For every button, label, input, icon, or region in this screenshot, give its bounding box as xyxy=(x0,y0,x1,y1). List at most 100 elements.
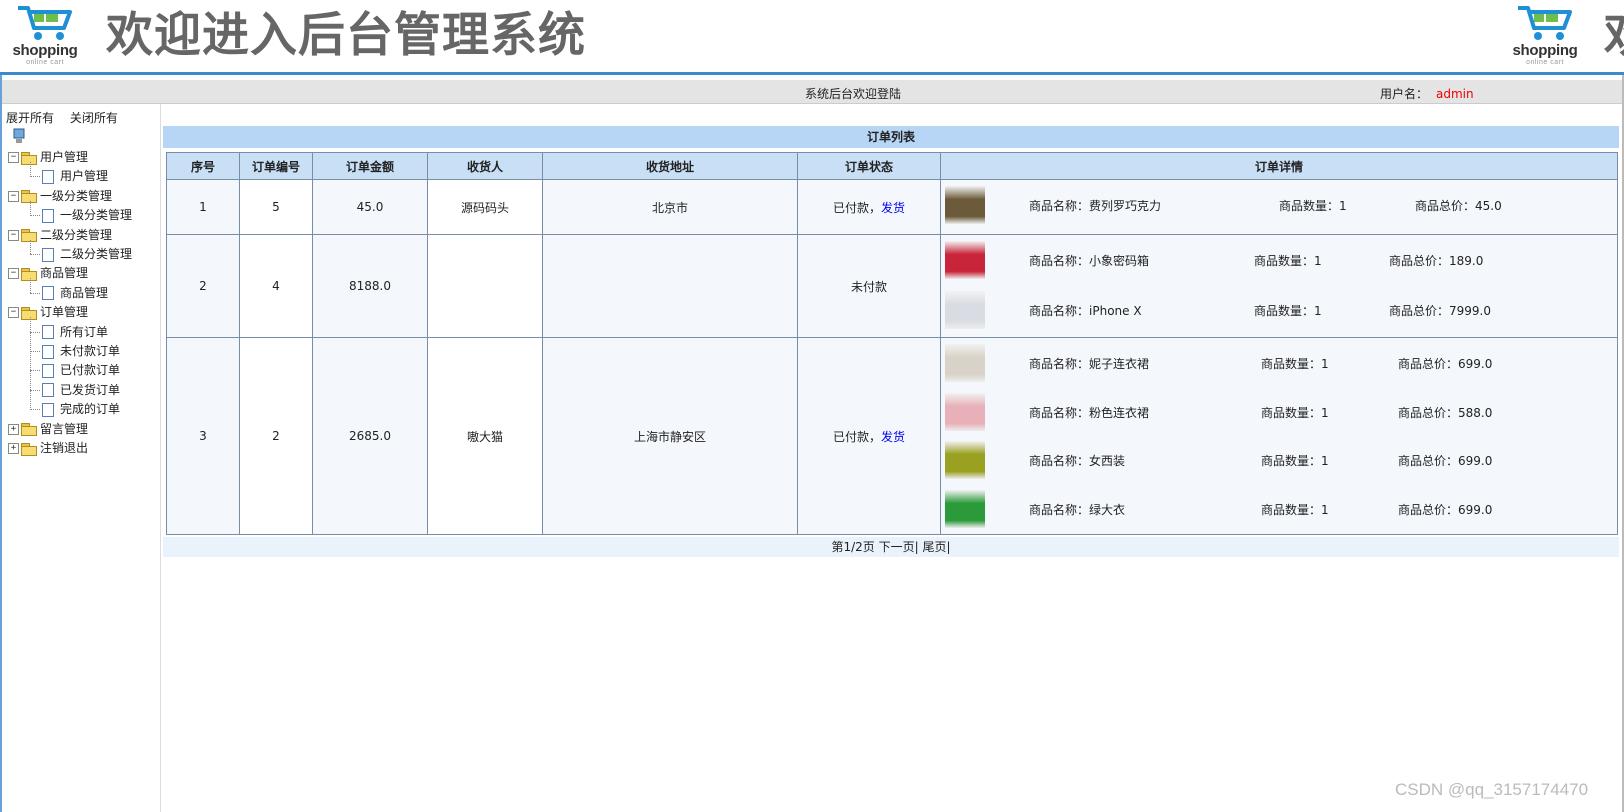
tree-leaf[interactable]: 已付款订单 xyxy=(42,361,120,379)
product-name-value: 女西装 xyxy=(1089,454,1126,468)
tree-group[interactable]: − 用户管理 xyxy=(8,148,88,166)
address-cell: 上海市静安区 xyxy=(542,337,798,535)
order-amount-cell: 8188.0 xyxy=(312,234,428,338)
tree-leaf[interactable]: 所有订单 xyxy=(42,323,108,341)
product-qty: 商品数量：1 xyxy=(1254,302,1322,319)
ship-link[interactable]: 发货 xyxy=(881,201,905,215)
product-qty-value: 1 xyxy=(1321,502,1329,517)
expand-icon[interactable]: + xyxy=(8,443,19,454)
table-title: 订单列表 xyxy=(163,126,1619,148)
product-thumbnail[interactable] xyxy=(945,392,985,431)
product-qty: 商品数量：1 xyxy=(1254,252,1322,269)
tree-leaf[interactable]: 已发货订单 xyxy=(42,381,120,399)
collapse-icon[interactable]: − xyxy=(8,307,19,319)
table-row: 3 2 2685.0 嗷大猫 上海市静安区 已付款，发货 商品名称：妮子连衣裙 商品数量：1 商… xyxy=(166,337,1618,535)
tree-leaf-label[interactable]: 未付款订单 xyxy=(60,344,120,358)
tree-group-label[interactable]: 商品管理 xyxy=(40,266,88,280)
order-details-cell: 商品名称：小象密码箱 商品数量：1 商品总价：189.0 商品名称：iPhone X商… xyxy=(940,234,1618,338)
status-cell: 已付款，发货 xyxy=(797,337,941,535)
tree-leaf-label[interactable]: 商品管理 xyxy=(60,286,108,300)
col-amount: 订单金额 xyxy=(312,152,428,180)
product-thumbnail[interactable] xyxy=(945,441,985,479)
product-qty: 商品数量：1 xyxy=(1261,452,1329,469)
product-total: 商品总价：7999.0 xyxy=(1389,302,1491,319)
page-icon xyxy=(42,286,54,301)
product-name-label: 商品名称： xyxy=(1029,199,1090,213)
product-thumbnail[interactable] xyxy=(945,489,985,528)
expand-all-link[interactable]: 展开所有 xyxy=(6,111,54,125)
tree-connector xyxy=(30,176,40,178)
collapse-icon[interactable]: − xyxy=(8,190,19,202)
collapse-icon[interactable]: − xyxy=(8,229,19,241)
tree-leaf-label[interactable]: 所有订单 xyxy=(60,325,108,339)
tree-group[interactable]: − 订单管理 xyxy=(8,303,88,321)
tree-connector xyxy=(30,331,40,333)
tree-group[interactable]: + 注销退出 xyxy=(8,439,88,457)
tree-leaf[interactable]: 用户管理 xyxy=(42,167,108,185)
product-total: 商品总价：699.0 xyxy=(1398,355,1492,372)
tree-group[interactable]: − 商品管理 xyxy=(8,264,88,282)
product-total-label: 商品总价： xyxy=(1398,454,1459,468)
header: shopping online cart 欢迎进入后台管理系统 shopping… xyxy=(0,0,1624,72)
cart-icon xyxy=(1518,6,1572,40)
product-thumbnail[interactable] xyxy=(945,291,985,329)
tree-leaf-label[interactable]: 已付款订单 xyxy=(60,363,120,377)
order-item: 商品名称：女西装 商品数量：1 商品总价：699.0 xyxy=(941,435,1617,484)
tree-leaf-label[interactable]: 已发货订单 xyxy=(60,383,120,397)
page-info: 第1/2页 xyxy=(831,540,875,554)
logo-word: shopping xyxy=(1512,42,1578,59)
tree-group-label[interactable]: 留言管理 xyxy=(40,422,88,436)
tree-group[interactable]: + 留言管理 xyxy=(8,420,88,438)
tree-group-label[interactable]: 订单管理 xyxy=(40,305,88,319)
status-cell: 已付款，发货 xyxy=(797,179,941,235)
tree-connector xyxy=(30,239,31,255)
tree-connector xyxy=(30,409,40,411)
next-page-link[interactable]: 下一页| xyxy=(879,540,919,554)
tree-leaf[interactable]: 一级分类管理 xyxy=(42,206,132,224)
product-thumbnail[interactable] xyxy=(945,344,985,382)
tree-group[interactable]: − 二级分类管理 xyxy=(8,226,112,244)
page-icon xyxy=(42,402,54,417)
tree-leaf-label[interactable]: 用户管理 xyxy=(60,169,108,183)
product-total-value: 588.0 xyxy=(1458,405,1493,420)
product-name-label: 商品名称： xyxy=(1029,454,1090,468)
product-name-label: 商品名称： xyxy=(1029,502,1090,517)
tree-leaf[interactable]: 二级分类管理 xyxy=(42,245,132,263)
collapse-icon[interactable]: − xyxy=(8,268,19,280)
product-total-label: 商品总价： xyxy=(1398,502,1459,517)
product-total-label: 商品总价： xyxy=(1398,405,1459,420)
product-qty-label: 商品数量： xyxy=(1261,502,1322,517)
tree-leaf[interactable]: 未付款订单 xyxy=(42,342,120,360)
pagination: 第1/2页 下一页| 尾页| xyxy=(163,537,1619,557)
tree-leaf[interactable]: 商品管理 xyxy=(42,284,108,302)
folder-icon xyxy=(21,229,37,243)
tree-leaf[interactable]: 完成的订单 xyxy=(42,400,120,418)
product-thumbnail[interactable] xyxy=(945,241,985,279)
tree-leaf-label[interactable]: 一级分类管理 xyxy=(60,208,132,222)
tree-group-label[interactable]: 注销退出 xyxy=(40,441,88,455)
product-thumbnail[interactable] xyxy=(945,186,985,224)
folder-icon xyxy=(21,151,37,165)
order-item: 商品名称：粉色连衣裙 商品数量：1 商品总价：588.0 xyxy=(941,387,1617,436)
expand-icon[interactable]: + xyxy=(8,423,19,435)
tree-group-label[interactable]: 一级分类管理 xyxy=(40,189,112,203)
page-icon xyxy=(42,169,54,184)
tree-leaf-label[interactable]: 完成的订单 xyxy=(60,402,120,416)
product-name: 商品名称：妮子连衣裙 xyxy=(1029,355,1149,372)
col-index: 序号 xyxy=(166,152,240,180)
collapse-all-link[interactable]: 关闭所有 xyxy=(70,111,118,125)
user-info: 用户名： admin xyxy=(1380,85,1474,102)
product-name-value: 绿大衣 xyxy=(1089,502,1126,517)
tree-group-label[interactable]: 用户管理 xyxy=(40,150,88,164)
tree-group[interactable]: − 一级分类管理 xyxy=(8,187,112,205)
ship-link[interactable]: 发货 xyxy=(881,430,905,444)
product-name: 商品名称：女西装 xyxy=(1029,452,1125,469)
collapse-icon[interactable]: − xyxy=(8,152,19,163)
product-name-label: 商品名称： xyxy=(1029,304,1090,318)
user-name: admin xyxy=(1436,87,1474,101)
tree-leaf-label[interactable]: 二级分类管理 xyxy=(60,247,132,261)
last-page-link[interactable]: 尾页| xyxy=(922,540,950,554)
product-qty-label: 商品数量： xyxy=(1254,304,1315,318)
tree-group-label[interactable]: 二级分类管理 xyxy=(40,228,112,242)
page-icon xyxy=(42,247,54,262)
